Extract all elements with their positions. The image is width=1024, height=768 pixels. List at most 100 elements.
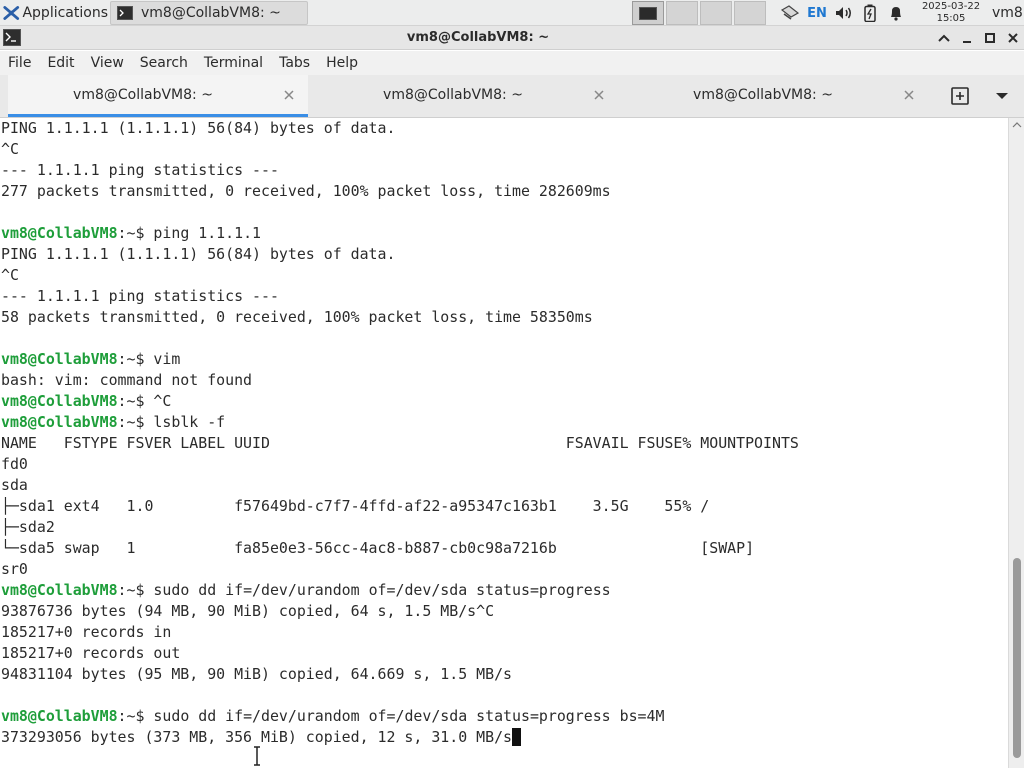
terminal-output-line: sda [1,475,799,496]
terminal-output-line: 58 packets transmitted, 0 received, 100%… [1,307,799,328]
scrollbar-thumb[interactable] [1013,558,1021,758]
window-shade-button[interactable] [935,29,953,47]
tab-close-icon[interactable] [902,88,916,102]
workspace-1[interactable] [632,1,664,25]
notifications-bell-icon[interactable] [886,3,906,23]
prompt-user-host: vm8@CollabVM8 [1,707,118,725]
window-minimize-button[interactable] [958,29,976,47]
output-text: ^C [1,140,19,158]
terminal-output-line: 185217+0 records out [1,643,799,664]
terminal-scrollbar[interactable] [1008,118,1024,768]
tabs-dropdown-icon[interactable] [994,91,1010,101]
prompt-command: sudo dd if=/dev/urandom of=/dev/sda stat… [153,581,611,599]
terminal-prompt-line: vm8@CollabVM8:~$ sudo dd if=/dev/urandom… [1,580,799,601]
terminal-output-line: ├─sda2 [1,517,799,538]
tab-label: vm8@CollabVM8: ~ [693,87,833,103]
tab-2[interactable]: vm8@CollabVM8: ~ [318,75,618,117]
network-icon[interactable] [778,3,802,23]
terminal-output-line: sr0 [1,559,799,580]
output-text: ├─sda2 [1,518,55,536]
terminal-output-line: bash: vim: command not found [1,370,799,391]
battery-icon[interactable] [860,3,880,23]
scroll-up-icon[interactable] [1012,122,1022,128]
terminal-output-line: --- 1.1.1.1 ping statistics --- [1,286,799,307]
workspace-4[interactable] [734,1,766,25]
output-text: sda [1,476,28,494]
terminal-prompt-line: vm8@CollabVM8:~$ sudo dd if=/dev/urandom… [1,706,799,727]
tab-close-icon[interactable] [592,88,606,102]
output-text: ^C [1,266,19,284]
output-text: ├─sda1 ext4 1.0 f57649bd-c7f7-4ffd-af22-… [1,497,710,515]
prompt-user-host: vm8@CollabVM8 [1,392,118,410]
menu-search[interactable]: Search [132,51,196,75]
terminal-output-line: └─sda5 swap 1 fa85e0e3-56cc-4ac8-b887-cb… [1,538,799,559]
text-cursor-ibeam-icon [254,746,260,766]
keyboard-layout-indicator[interactable]: EN [806,3,828,23]
menu-edit[interactable]: Edit [39,51,82,75]
window-close-button[interactable] [1004,29,1022,47]
output-text: --- 1.1.1.1 ping statistics --- [1,287,279,305]
prompt-user-host: vm8@CollabVM8 [1,350,118,368]
output-text: PING 1.1.1.1 (1.1.1.1) 56(84) bytes of d… [1,245,396,263]
prompt-command: vim [153,350,181,368]
clock-time: 15:05 [936,13,966,24]
menu-help[interactable]: Help [318,51,366,75]
output-text: 93876736 bytes (94 MB, 90 MiB) copied, 6… [1,602,495,620]
window-maximize-button[interactable] [981,29,999,47]
terminal-output[interactable]: PING 1.1.1.1 (1.1.1.1) 56(84) bytes of d… [0,118,1008,768]
window-title: vm8@CollabVM8: ~ [406,30,550,45]
terminal-output-line: ├─sda1 ext4 1.0 f57649bd-c7f7-4ffd-af22-… [1,496,799,517]
menu-tabs[interactable]: Tabs [271,51,318,75]
prompt-command: ^C [153,392,172,410]
output-text: 185217+0 records out [1,644,181,662]
tab-1[interactable]: vm8@CollabVM8: ~ [8,75,308,117]
output-text: 94831104 bytes (95 MB, 90 MiB) copied, 6… [1,665,513,683]
terminal-output-line: PING 1.1.1.1 (1.1.1.1) 56(84) bytes of d… [1,118,799,139]
prompt-command: lsblk -f [153,413,226,431]
menu-file[interactable]: File [0,51,39,75]
volume-icon[interactable] [833,3,855,23]
terminal-output-line: 373293056 bytes (373 MB, 356 MiB) copied… [1,727,799,748]
terminal-lines: PING 1.1.1.1 (1.1.1.1) 56(84) bytes of d… [1,118,799,748]
window-titlebar[interactable]: vm8@CollabVM8: ~ [0,26,1024,50]
workspace-3[interactable] [700,1,732,25]
prompt-path: :~$ [117,350,154,368]
prompt-path: :~$ [117,224,154,242]
terminal-output-line: NAME FSTYPE FSVER LABEL UUID FSAVAIL FSU… [1,433,799,454]
prompt-user-host: vm8@CollabVM8 [1,413,118,431]
user-menu[interactable]: vm8 [992,0,1023,26]
workspace-window-preview [639,7,657,20]
tab-close-icon[interactable] [282,88,296,102]
tab-3[interactable]: vm8@CollabVM8: ~ [628,75,928,117]
output-text: PING 1.1.1.1 (1.1.1.1) 56(84) bytes of d… [1,119,396,137]
menu-bar: File Edit View Search Terminal Tabs Help [0,51,1024,75]
menu-view[interactable]: View [83,51,132,75]
prompt-user-host: vm8@CollabVM8 [1,581,118,599]
prompt-user-host: vm8@CollabVM8 [1,224,118,242]
output-text: 277 packets transmitted, 0 received, 100… [1,182,611,200]
taskbar-window-button[interactable]: vm8@CollabVM8: ~ [110,1,308,25]
prompt-command: ping 1.1.1.1 [153,224,262,242]
taskbar-window-title: vm8@CollabVM8: ~ [141,5,281,21]
terminal-icon [117,6,133,20]
output-text: sr0 [1,560,28,578]
terminal-output-line: --- 1.1.1.1 ping statistics --- [1,160,799,181]
output-text: └─sda5 swap 1 fa85e0e3-56cc-4ac8-b887-cb… [1,539,755,557]
xfce-logo-icon [3,6,20,20]
clock[interactable]: 2025-03-22 15:05 [912,0,990,26]
terminal-output-line: 93876736 bytes (94 MB, 90 MiB) copied, 6… [1,601,799,622]
output-text: fd0 [1,455,28,473]
workspace-2[interactable] [666,1,698,25]
applications-menu-button[interactable]: Applications [0,0,108,26]
terminal-prompt-line: vm8@CollabVM8:~$ vim [1,349,799,370]
menu-terminal[interactable]: Terminal [196,51,271,75]
terminal-output-line: fd0 [1,454,799,475]
terminal-output-line: ^C [1,265,799,286]
output-text: bash: vim: command not found [1,371,253,389]
terminal-prompt-line: vm8@CollabVM8:~$ lsblk -f [1,412,799,433]
output-text: --- 1.1.1.1 ping statistics --- [1,161,279,179]
clock-date: 2025-03-22 [921,1,981,12]
new-tab-icon[interactable] [950,86,970,106]
